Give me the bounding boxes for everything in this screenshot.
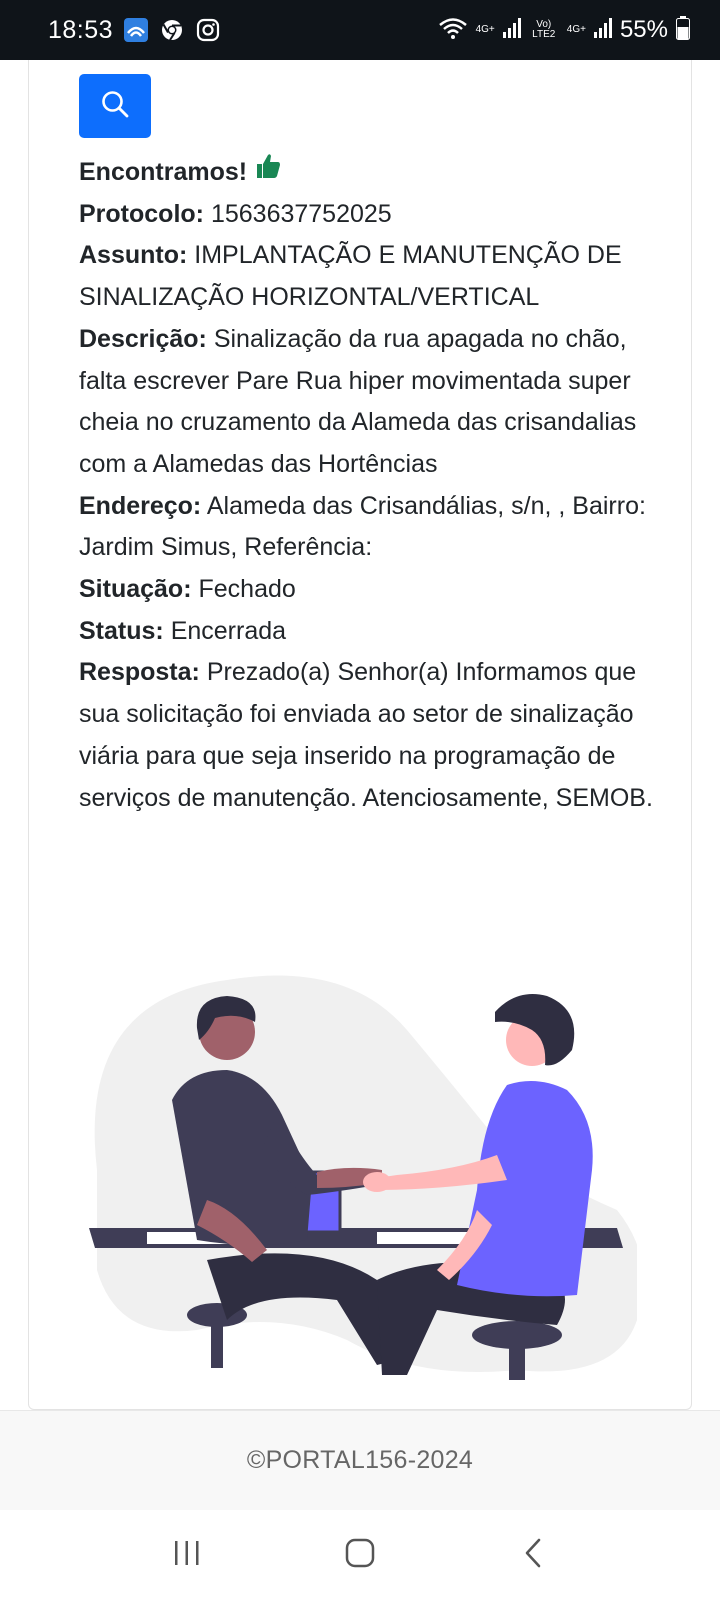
subject-label: Assunto: xyxy=(79,241,188,270)
status-value: Encerrada xyxy=(170,616,287,645)
home-icon xyxy=(345,1538,375,1573)
battery-icon xyxy=(676,15,690,45)
system-navigation-bar xyxy=(0,1510,720,1600)
protocol-value: 1563637752025 xyxy=(210,199,392,228)
back-icon xyxy=(522,1538,544,1573)
left-stool-leg xyxy=(211,1318,223,1368)
app-notification-icon xyxy=(123,17,149,43)
chrome-icon xyxy=(159,17,185,43)
battery-percent: 55% xyxy=(619,16,668,43)
found-line: Encontramos! xyxy=(79,152,679,194)
handshake-illustration xyxy=(89,975,637,1380)
found-label: Encontramos! xyxy=(79,158,248,186)
instagram-icon xyxy=(195,17,221,43)
response-line: Resposta: Prezado(a) Senhor(a) Informamo… xyxy=(79,652,679,819)
recent-apps-button[interactable] xyxy=(157,1530,217,1580)
status-label: Status: xyxy=(79,616,164,645)
handshake-hands xyxy=(363,1172,391,1192)
protocol-line: Protocolo: 1563637752025 xyxy=(79,194,679,236)
search-icon xyxy=(100,89,130,124)
situation-value: Fechado xyxy=(198,575,296,604)
network-a-label: 4G+ xyxy=(475,24,495,35)
signal-b-icon xyxy=(593,17,612,43)
protocol-label: Protocolo: xyxy=(79,199,204,228)
situation-label: Situação: xyxy=(79,575,192,604)
right-stool-leg xyxy=(509,1338,525,1380)
right-person-torso xyxy=(457,1081,593,1297)
subject-line: Assunto: IMPLANTAÇÃO E MANUTENÇÃO DE SIN… xyxy=(79,235,679,318)
volte-label: Vo) LTE2 xyxy=(532,19,556,40)
copyright-text: ©PORTAL156-2024 xyxy=(246,1446,474,1474)
back-button[interactable] xyxy=(503,1530,563,1580)
signal-a-icon xyxy=(502,17,521,43)
address-label: Endereço: xyxy=(79,491,202,520)
status-time: 18:53 xyxy=(48,15,114,44)
recent-apps-icon xyxy=(172,1539,202,1572)
wifi-icon xyxy=(438,16,468,45)
status-bar: 18:53 4G+ Vo) LTE2 4G+ 55% xyxy=(0,0,720,60)
situation-line: Situação: Fechado xyxy=(79,569,679,611)
address-line: Endereço: Alameda das Crisandálias, s/n,… xyxy=(79,486,679,569)
paper-right xyxy=(377,1232,469,1244)
search-button[interactable] xyxy=(79,74,151,138)
thumbs-up-icon xyxy=(255,152,281,194)
response-label: Resposta: xyxy=(79,658,200,687)
protocol-details: Encontramos! Protocolo: 1563637752025 As… xyxy=(79,152,679,819)
home-button[interactable] xyxy=(330,1530,390,1580)
network-b-label: 4G+ xyxy=(566,24,586,35)
description-label: Descrição: xyxy=(79,324,207,353)
result-card: Encontramos! Protocolo: 1563637752025 As… xyxy=(28,60,692,1410)
footer: ©PORTAL156-2024 xyxy=(0,1410,720,1510)
status-line: Status: Encerrada xyxy=(79,611,679,653)
description-line: Descrição: Sinalização da rua apagada no… xyxy=(79,319,679,486)
